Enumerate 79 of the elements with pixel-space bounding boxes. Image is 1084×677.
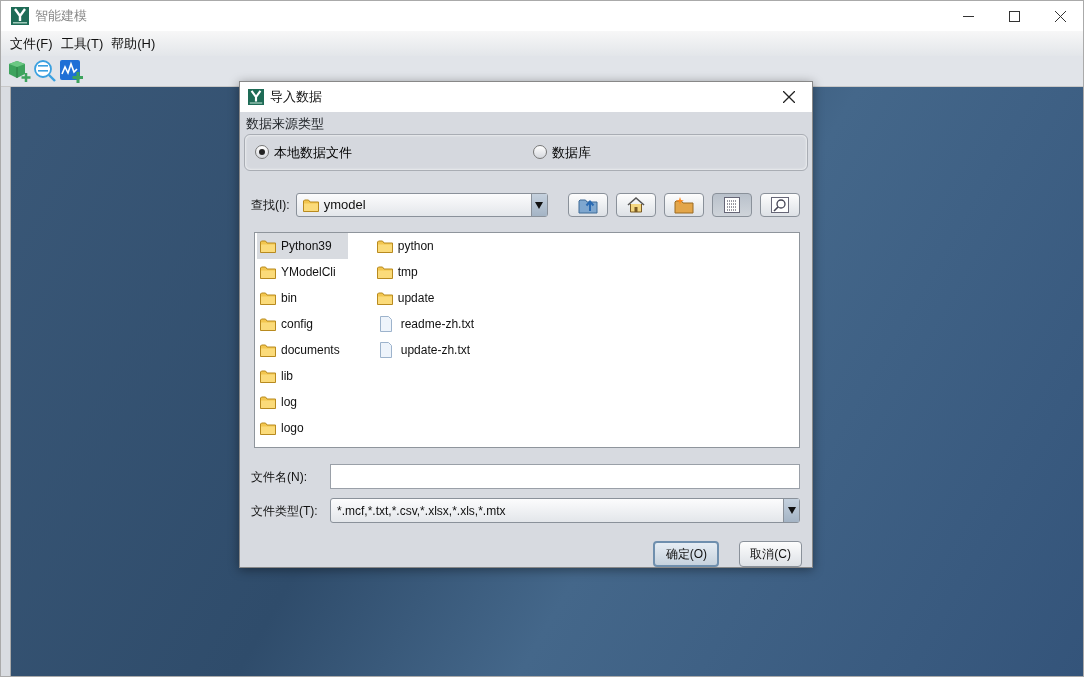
file-list-item[interactable]: tmp: [373, 259, 483, 286]
file-list-item[interactable]: bin: [257, 285, 348, 312]
dropdown-arrow-button[interactable]: [530, 194, 547, 217]
dialog-button[interactable]: 确定(O): [653, 541, 720, 567]
dialog-title: 导入数据: [270, 88, 323, 107]
caret-icon: [535, 201, 544, 209]
file-name: YModelCli: [281, 264, 336, 282]
file-type-dropdown[interactable]: *.mcf,*.txt,*.csv,*.xlsx,*.xls,*.mtx: [330, 498, 800, 523]
file-name: update: [397, 290, 435, 308]
file-name: lib: [281, 368, 293, 386]
file-name: update-zh.txt: [400, 342, 471, 360]
folder-icon: [260, 291, 276, 305]
file-list-item[interactable]: YModelCli: [257, 259, 348, 286]
file-list-item[interactable]: update: [373, 285, 483, 312]
maximize-icon: [1008, 10, 1020, 22]
file-name: tmp: [397, 264, 418, 282]
file-name: Python39: [281, 238, 332, 256]
app-logo-icon: [11, 7, 29, 25]
radio-option[interactable]: 本地数据文件: [255, 142, 533, 163]
group-label: 数据来源类型: [245, 115, 325, 133]
folder-icon: [376, 239, 393, 253]
file-list-item[interactable]: documents: [257, 337, 348, 364]
window-title: 智能建模: [35, 7, 87, 26]
dropdown-value: *.mcf,*.txt,*.csv,*.xlsx,*.xls,*.mtx: [337, 502, 506, 520]
list-view-icon: [724, 197, 740, 214]
folder-star-icon: [674, 196, 694, 215]
list-view-button[interactable]: [712, 193, 752, 218]
house-button[interactable]: [616, 193, 656, 218]
dialog-button[interactable]: 取消(C): [739, 541, 802, 567]
radio-option[interactable]: 数据库: [533, 142, 591, 163]
chart-plus-icon[interactable]: [59, 59, 83, 83]
file-name: documents: [281, 342, 340, 360]
file-list-item[interactable]: readme-zh.txt: [373, 311, 483, 338]
field-label: 文件名(N):: [251, 468, 308, 486]
file-name: logo: [281, 420, 304, 438]
folder-star-button[interactable]: [664, 193, 704, 218]
folder-icon: [302, 198, 319, 212]
file-list-item[interactable]: lib: [257, 363, 348, 390]
folder-icon: [260, 421, 276, 435]
folder-icon: [260, 317, 276, 331]
document-icon: [379, 316, 392, 333]
file-list-item[interactable]: python: [373, 233, 483, 260]
document-icon: [379, 342, 392, 359]
magnifier-icon: [771, 197, 789, 214]
file-name: readme-zh.txt: [400, 316, 475, 334]
close-icon: [1054, 10, 1066, 22]
file-name: config: [281, 316, 314, 334]
dropdown-value: ymodel: [323, 196, 366, 215]
folder-icon: [260, 343, 276, 357]
folder-up-icon: [578, 196, 598, 215]
magnifier-button[interactable]: [760, 193, 800, 218]
folder-icon: [260, 395, 276, 409]
file-list-item[interactable]: config: [257, 311, 348, 338]
cube-plus-icon[interactable]: [7, 59, 31, 83]
folder-icon: [260, 265, 276, 279]
house-icon: [626, 196, 646, 215]
caret-icon: [787, 507, 796, 514]
file-list-item[interactable]: Python39: [257, 233, 348, 260]
file-name: log: [281, 394, 297, 412]
file-list-item[interactable]: log: [257, 389, 348, 416]
dropdown-arrow-button[interactable]: [783, 499, 799, 522]
file-list-item[interactable]: update-zh.txt: [373, 337, 483, 364]
folder-icon: [260, 239, 276, 253]
file-name-field[interactable]: [330, 464, 800, 489]
folder-icon: [376, 291, 393, 305]
file-name: bin: [281, 290, 297, 308]
folder-icon: [260, 369, 276, 383]
file-list-item[interactable]: logo: [257, 415, 348, 442]
folder-up-button[interactable]: [568, 193, 608, 218]
menu-item[interactable]: 文件(F): [7, 33, 56, 54]
field-label: 文件类型(T):: [251, 502, 319, 520]
close-icon: [783, 91, 795, 103]
menu-item[interactable]: 帮助(H): [108, 33, 159, 54]
file-name: python: [397, 238, 434, 256]
menu-item[interactable]: 工具(T): [57, 33, 107, 54]
field-label: 查找(I):: [251, 197, 290, 215]
app-logo-icon: [248, 89, 264, 105]
folder-dropdown[interactable]: ymodel: [295, 193, 548, 218]
folder-icon: [376, 265, 393, 279]
